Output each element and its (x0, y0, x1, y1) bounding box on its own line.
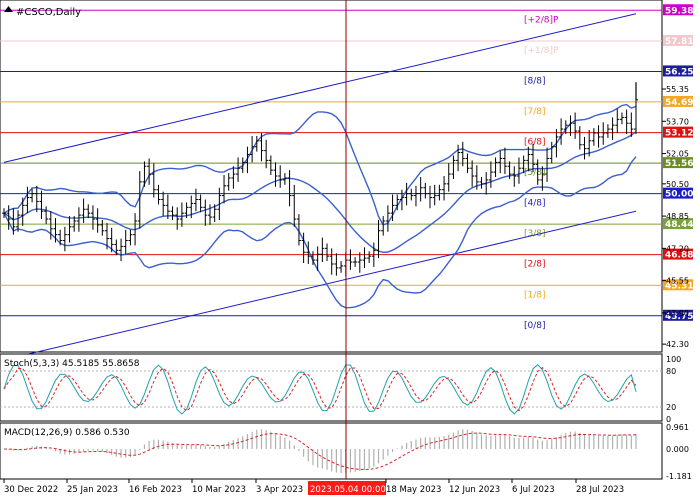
level-price-label: 53.12 (665, 129, 693, 139)
macd-title: MACD(12,26,9) 0.586 0.530 (4, 428, 130, 438)
macd-axis-label: -1.181 (666, 472, 692, 481)
level-label: [6/8] (524, 138, 546, 148)
macd-panel[interactable]: MACD(12,26,9) 0.586 0.530 (0, 422, 663, 480)
level-label: [3/8] (524, 229, 546, 239)
macd-axis-label: 0.000 (666, 445, 689, 454)
level-label: [1/8] (524, 290, 546, 300)
level-price-label: 48.44 (665, 220, 693, 230)
price-axis-label: 45.55 (666, 277, 689, 286)
level-price-label: 57.81 (665, 37, 693, 47)
level-label: [7/8] (524, 107, 546, 117)
price-panel-frame (0, 0, 663, 353)
price-axis-label: 42.30 (666, 340, 689, 349)
stochastic-axis-label: 20 (666, 403, 676, 412)
price-axis-label: 50.50 (666, 180, 689, 189)
time-axis: 30 Dec 2022 25 Jan 2023 16 Feb 2023 10 Mar … (3, 479, 624, 495)
time-axis-label: 30 Dec 2022 (4, 485, 58, 495)
time-axis-label: 18 May 2023 (386, 485, 441, 495)
trading-chart-window: [+2/8]P 59.38 [+1/8]P 57.81 [8/8] 56.25 [7/8] 5… (0, 0, 700, 500)
chart-canvas[interactable]: [+2/8]P 59.38 [+1/8]P 57.81 [8/8] 56.25 [7/8] 5… (0, 0, 700, 500)
chart-title: #CSCO,Daily (16, 7, 81, 18)
stochastic-axis: 10080200 (666, 355, 681, 424)
time-axis-label: 12 Jun 2023 (449, 485, 500, 495)
macd-axis-label: 0.961 (666, 423, 689, 432)
time-axis-label: 25 Jan 2023 (67, 485, 118, 495)
level-price-label: 59.38 (665, 6, 693, 16)
stochastic-title: Stoch(5,3,3) 45.5185 55.8658 (4, 359, 140, 369)
macd-axis: 0.961 0.000 -1.181 (666, 423, 692, 481)
price-panel[interactable]: [+2/8]P 59.38 [+1/8]P 57.81 [8/8] 56.25 [7/8] 5… (0, 0, 693, 361)
level-label: [0/8] (524, 321, 546, 331)
level-price-label: 56.25 (665, 67, 693, 77)
level-price-label: 51.56 (665, 159, 693, 169)
time-axis-label: 3 Apr 2023 (256, 485, 303, 495)
price-axis-label: 43.90 (666, 309, 689, 318)
stochastic-axis-label: 80 (666, 367, 676, 376)
level-label: [2/8] (524, 260, 546, 270)
level-label: [+2/8]P (524, 15, 559, 25)
price-axis-label: 47.20 (666, 244, 689, 253)
price-axis-label: 53.70 (666, 117, 689, 126)
price-axis: 55.35 53.70 52.05 50.50 48.85 47.20 45.55 43.90… (662, 85, 689, 349)
time-axis-label: 6 Jul 2023 (512, 485, 555, 495)
stochastic-panel[interactable]: Stoch(5,3,3) 45.5185 55.8658 (0, 353, 663, 422)
price-axis-label: 55.35 (666, 85, 689, 94)
level-label: [+1/8]P (524, 46, 559, 56)
stochastic-axis-label: 100 (666, 355, 681, 364)
level-label: [4/8] (524, 199, 546, 209)
time-axis-label: 10 Mar 2023 (192, 485, 246, 495)
time-axis-label: 16 Feb 2023 (129, 485, 182, 495)
level-price-label: 54.69 (665, 98, 693, 108)
time-axis-label: 28 Jul 2023 (576, 485, 624, 495)
level-label: [8/8] (524, 76, 546, 86)
price-axis-label: 52.05 (666, 150, 689, 159)
crosshair-date-label: 2023.05.04 00:00 (310, 485, 386, 495)
level-price-label: 50.00 (665, 190, 693, 200)
price-axis-label: 48.85 (666, 212, 689, 221)
